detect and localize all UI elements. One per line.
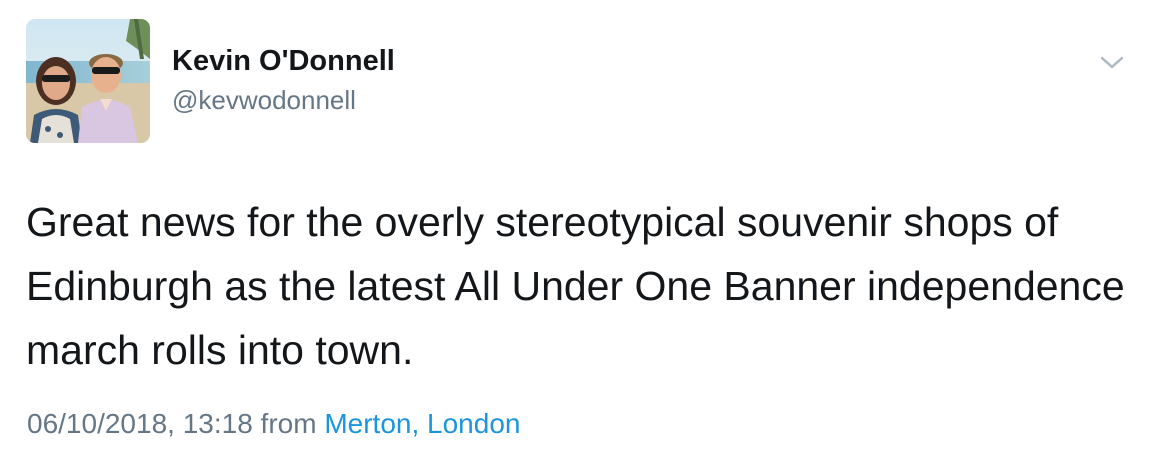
tweet-menu-button[interactable]	[1099, 53, 1125, 73]
avatar[interactable]	[26, 19, 150, 143]
author-handle[interactable]: @kevwodonnell	[172, 84, 356, 116]
tweet-text: Great news for the overly stereotypical …	[26, 199, 1125, 373]
chevron-down-icon	[1100, 56, 1124, 69]
tweet-location-link[interactable]: Merton, London	[324, 408, 520, 439]
tweet-timestamp[interactable]: 06/10/2018, 13:18	[27, 408, 253, 439]
author-display-name[interactable]: Kevin O'Donnell	[172, 44, 395, 78]
avatar-photo	[26, 19, 150, 143]
tweet-meta: 06/10/2018, 13:18 from Merton, London	[27, 407, 520, 441]
tweet-card: Kevin O'Donnell @kevwodonnell Great news…	[0, 0, 1152, 453]
from-label: from	[260, 408, 317, 439]
